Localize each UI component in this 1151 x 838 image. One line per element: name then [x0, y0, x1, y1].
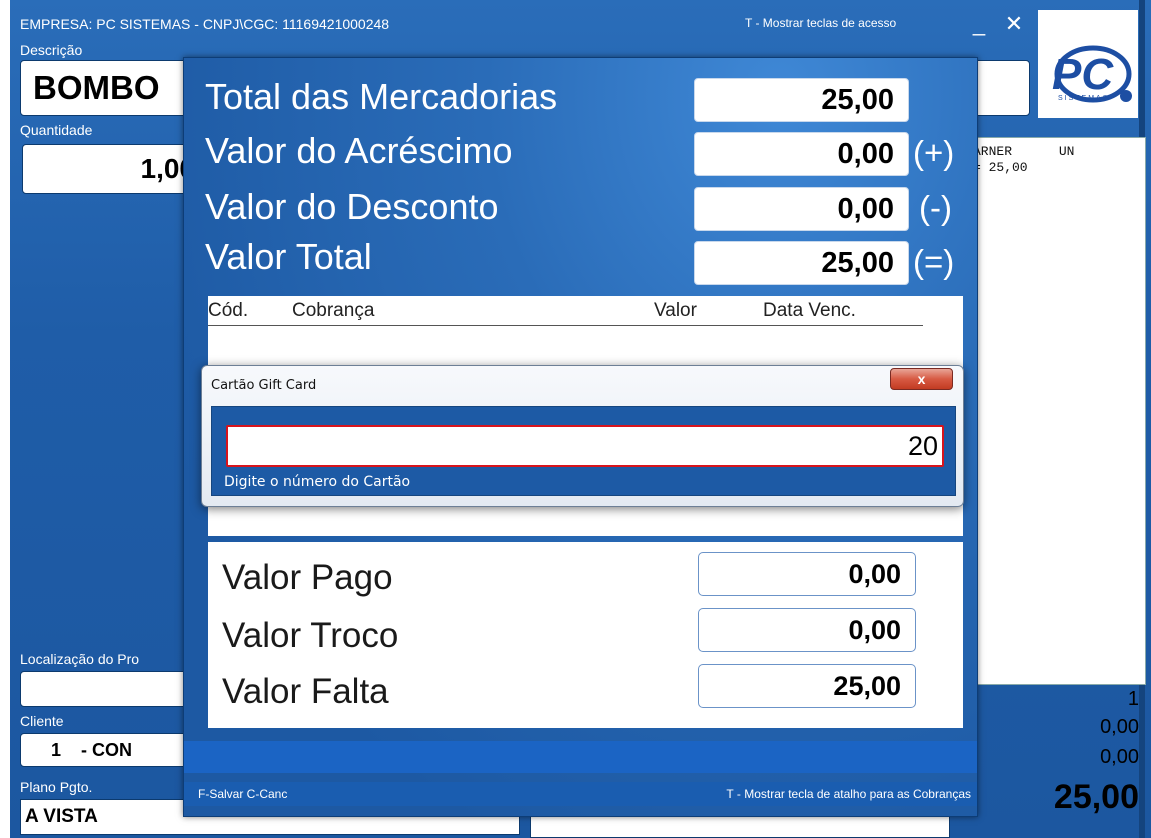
close-window-button[interactable]: ✕ — [998, 10, 1030, 40]
valor-pago-label: Valor Pago — [222, 558, 393, 597]
valor-falta-label: Valor Falta — [222, 672, 389, 711]
close-icon: ✕ — [1004, 11, 1024, 36]
svg-text:SISTEMAS: SISTEMAS — [1058, 95, 1109, 102]
valor-troco-label: Valor Troco — [222, 616, 399, 655]
footer-shortcuts-right: T - Mostrar tecla de atalho para as Cobr… — [726, 787, 971, 801]
gift-card-title: Cartão Gift Card — [211, 378, 317, 393]
acrescimo-field[interactable]: 0,00 — [694, 132, 909, 176]
item-list-panel[interactable]: ARNER UN = 25,00 — [952, 137, 1146, 685]
summary-value-1: 0,00 — [1100, 716, 1139, 738]
quantidade-label: Quantidade — [20, 122, 93, 138]
total-mercadorias-label: Total das Mercadorias — [205, 76, 558, 117]
desconto-field[interactable]: 0,00 — [694, 187, 909, 231]
card-number-input[interactable]: 20 — [226, 425, 944, 467]
cliente-label: Cliente — [20, 713, 64, 729]
item-line-2: = 25,00 — [973, 160, 1028, 175]
payment-footer: F-Salvar C-Canc T - Mostrar tecla de ata… — [184, 782, 977, 806]
valor-pago-field[interactable]: 0,00 — [698, 552, 916, 596]
gift-card-body: 20 Digite o número do Cartão — [211, 406, 956, 496]
valor-troco-field: 0,00 — [698, 608, 916, 652]
acrescimo-label: Valor do Acréscimo — [205, 130, 513, 171]
quantidade-field[interactable]: 1,00 — [22, 144, 202, 194]
valor-total-value: 25,00 — [694, 241, 909, 285]
gift-card-close-button[interactable]: x — [890, 368, 953, 390]
plano-label: Plano Pgto. — [20, 779, 93, 795]
minimize-button[interactable]: _ — [963, 10, 995, 40]
summary-value-2: 0,00 — [1100, 746, 1139, 768]
desconto-label: Valor do Desconto — [205, 186, 499, 227]
item-line-1: ARNER UN — [973, 144, 1075, 159]
summary-total: 25,00 — [1053, 778, 1139, 816]
close-icon: x — [917, 371, 926, 387]
total-mercadorias-value: 25,00 — [694, 78, 909, 122]
valor-falta-field: 25,00 — [698, 664, 916, 708]
valor-total-label: Valor Total — [205, 236, 372, 277]
column-cobranca[interactable]: Cobrança — [292, 300, 374, 322]
localizacao-label: Localização do Pro — [20, 651, 140, 667]
company-header: EMPRESA: PC SISTEMAS - CNPJ\CGC: 1116942… — [20, 16, 390, 32]
gift-card-dialog: Cartão Gift Card x 20 Digite o número do… — [201, 365, 964, 507]
cliente-field[interactable]: 1 - CON — [20, 733, 200, 767]
pc-logo-icon: PC SISTEMAS — [1052, 45, 1132, 103]
descricao-label: Descrição — [20, 42, 83, 58]
svg-text:PC: PC — [1052, 50, 1114, 99]
card-number-hint: Digite o número do Cartão — [224, 474, 411, 490]
column-valor[interactable]: Valor — [654, 300, 697, 322]
pc-sistemas-logo: PC SISTEMAS — [1038, 10, 1138, 118]
summary-count: 1 — [1127, 688, 1139, 710]
minimize-icon: _ — [972, 11, 986, 36]
table-header: Cód. Cobrança Valor Data Venc. — [208, 296, 923, 326]
shortcuts-hint: T - Mostrar teclas de acesso — [745, 16, 897, 30]
localizacao-field[interactable] — [20, 671, 200, 707]
payment-status-band — [184, 741, 977, 773]
column-cod[interactable]: Cód. — [208, 300, 248, 322]
column-data-venc[interactable]: Data Venc. — [763, 300, 856, 322]
payment-summary: Valor Pago 0,00 Valor Troco 0,00 Valor F… — [208, 542, 963, 728]
desconto-sign: (-) — [919, 189, 952, 226]
footer-shortcuts-left: F-Salvar C-Canc — [198, 787, 288, 801]
acrescimo-sign: (+) — [913, 134, 955, 171]
valor-total-sign: (=) — [913, 243, 955, 280]
